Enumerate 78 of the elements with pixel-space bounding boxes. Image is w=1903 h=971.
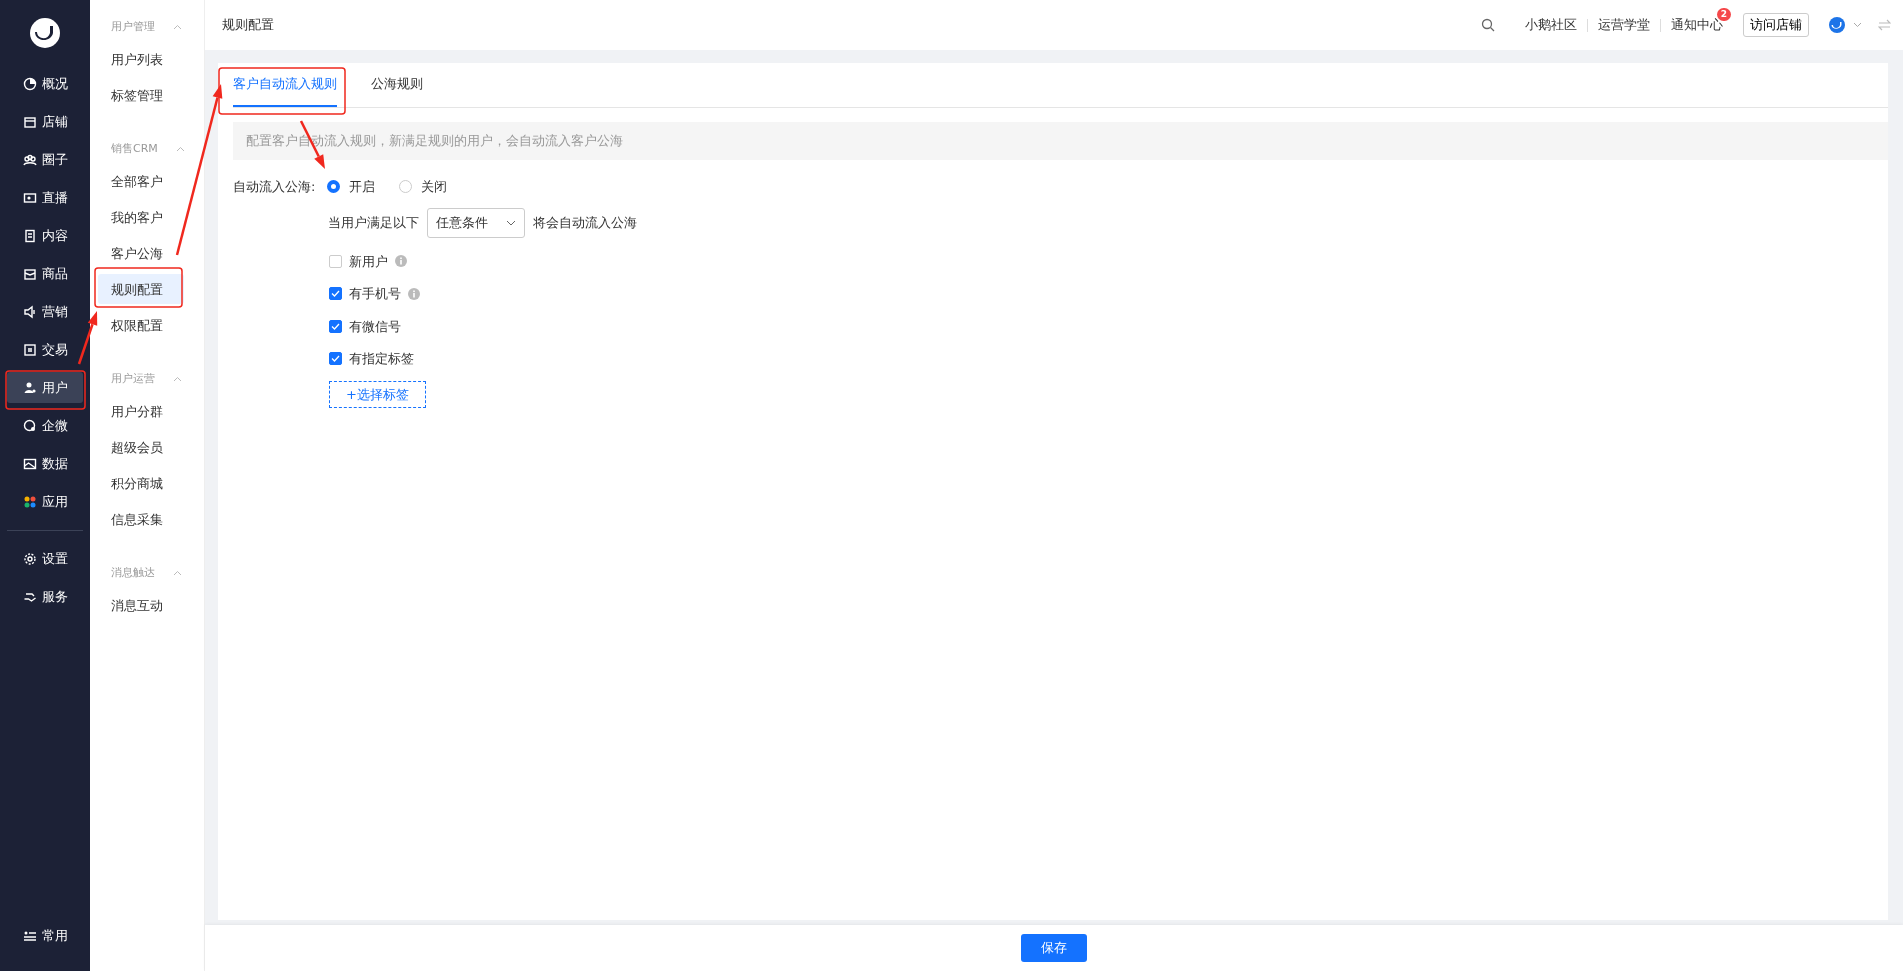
info-icon[interactable] [408,287,420,300]
logo-icon[interactable] [30,18,60,48]
group-title: 用户运营 [111,370,155,387]
page-title: 规则配置 [222,16,274,35]
chevron-up-icon[interactable] [175,146,185,152]
check-icon [331,290,340,298]
group-title: 销售CRM [111,140,158,157]
settings-icon [22,551,37,566]
checkbox-option[interactable]: 有手机号 [329,284,401,304]
sidebar-item[interactable]: 服务 [7,581,83,612]
apps-icon [22,494,37,509]
annotation-arrow [299,120,325,169]
sidebar-item[interactable]: 营销 [7,296,83,327]
checkbox-option[interactable]: 有指定标签 [329,349,414,369]
annotation-arrow [77,311,98,365]
sidebar-item[interactable]: 概况 [7,68,83,99]
subnav-item[interactable]: 全部客户 [98,166,184,196]
sidebar-item[interactable]: 数据 [7,448,83,479]
subnav-item[interactable]: 我的客户 [98,202,184,232]
tab[interactable]: 客户自动流入规则 [233,63,337,107]
condition-select[interactable]: 任意条件 [427,208,525,238]
speaker-icon [22,304,37,319]
condition-text: 将会自动流入公海 [533,214,637,232]
chevron-down-icon[interactable] [1853,22,1862,28]
bag-icon [22,266,37,281]
radio-option[interactable]: 关闭 [399,176,448,196]
subnav-item[interactable]: 用户分群 [98,396,184,426]
info-icon[interactable] [395,255,407,268]
sidebar-item[interactable]: 交易 [7,334,83,365]
switch-icon[interactable] [1878,19,1891,31]
sidebar-item[interactable]: 商品 [7,258,83,289]
checkbox-option[interactable]: 新用户 [329,251,388,271]
check-icon [331,322,340,330]
subnav-item[interactable]: 用户列表 [98,44,184,74]
subnav-item[interactable]: 超级会员 [98,432,184,462]
chat-icon [22,418,37,433]
save-button[interactable]: 保存 [1021,934,1087,962]
user-icon [22,380,37,395]
sidebar-item[interactable]: 用户 [7,372,83,403]
subnav-item[interactable]: 信息采集 [98,504,184,534]
sidebar-item[interactable]: 店铺 [7,106,83,137]
sidebar-item[interactable]: 直播 [7,182,83,213]
check-icon [331,355,340,363]
pie-chart-icon [22,76,37,91]
sidebar-item[interactable]: 应用 [7,486,83,517]
subnav-item[interactable]: 客户公海 [98,238,184,268]
chevron-up-icon[interactable] [173,24,182,30]
subnav-item[interactable]: 权限配置 [98,310,184,340]
search-icon[interactable] [1481,18,1495,32]
people-icon [22,152,37,167]
document-icon [22,228,37,243]
visit-store-button[interactable]: 访问店铺 [1743,13,1809,37]
sidebar-item[interactable]: 常用 [7,920,83,951]
subnav-item[interactable]: 积分商城 [98,468,184,498]
field-label: 自动流入公海: [233,177,316,196]
group-title: 用户管理 [111,18,155,35]
avatar-icon[interactable] [1829,17,1845,33]
subnav-item[interactable]: 标签管理 [98,80,184,110]
sidebar-item[interactable]: 设置 [7,543,83,574]
radio-option[interactable]: 开启 [327,176,376,196]
sidebar-item[interactable]: 企微 [7,410,83,441]
image-icon [22,456,37,471]
subnav-item[interactable]: 规则配置 [98,274,184,304]
subnav-item[interactable]: 消息互动 [98,590,184,620]
store-icon [22,114,37,129]
add-tag-button[interactable]: +选择标签 [329,380,426,408]
checkbox-option[interactable]: 有微信号 [329,316,401,336]
header-link[interactable]: 运营学堂 [1588,15,1660,35]
chevron-up-icon[interactable] [173,376,182,382]
video-icon [22,190,37,205]
sidebar-item[interactable]: 圈子 [7,144,83,175]
group-title: 消息触达 [111,564,155,581]
tab[interactable]: 公海规则 [371,63,423,107]
sidebar-item[interactable]: 内容 [7,220,83,251]
caret-icon[interactable] [506,219,516,226]
condition-text: 当用户满足以下 [328,214,419,232]
header-link[interactable]: 小鹅社区 [1515,15,1587,35]
chevron-up-icon[interactable] [173,570,182,576]
